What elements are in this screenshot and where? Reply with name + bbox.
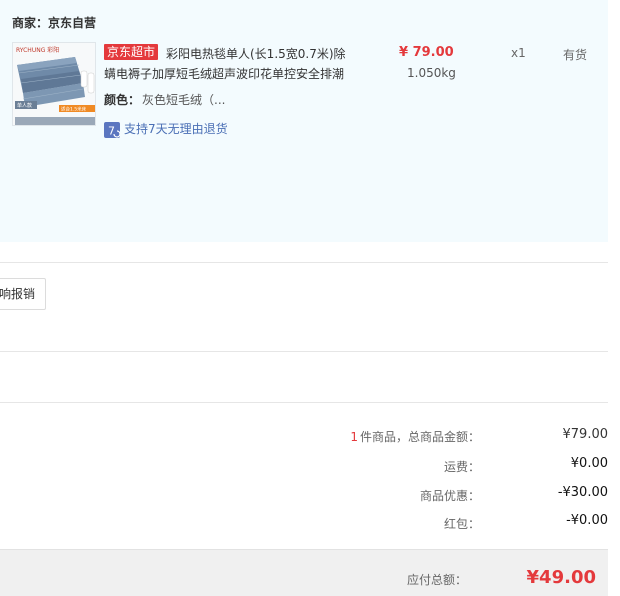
total-bar: 应付总额： ¥49.00 — [0, 549, 608, 596]
thumb-brand-text: RYCHUNG 彩阳 — [16, 46, 59, 54]
redpacket-label: 红包： — [443, 517, 480, 531]
color-value: 灰色短毛绒（... — [142, 93, 226, 107]
goods-total-label: 1 件商品，总商品金额： — [350, 428, 480, 445]
merchant-row: 商家：京东自营 — [12, 14, 96, 31]
item-count: 1 — [350, 430, 358, 444]
product-color-row: 颜色： 灰色短毛绒（... — [104, 91, 225, 108]
order-item-panel: 商家：京东自营 RYCHUNG 彩阳 单人款 适合1.5米床 京东超市 彩阳电热… — [0, 0, 608, 242]
item-weight: 1.050kg — [407, 66, 456, 80]
thumb-badge-text: 适合1.5米床 — [61, 106, 87, 113]
item-quantity: x1 — [511, 46, 526, 60]
merchant-label: 商家： — [12, 16, 49, 30]
return-policy-text: 支持7天无理由退货 — [124, 122, 228, 136]
divider — [0, 262, 608, 263]
product-title-link[interactable]: 彩阳电热毯单人(长1.5宽0.7米)除螨电褥子加厚短毛绒超声波印花单控安全排潮 — [104, 44, 350, 84]
goods-total-value: ¥79.00 — [562, 427, 609, 442]
shipping-value: ¥0.00 — [570, 456, 608, 471]
thumb-note-text: 单人款 — [17, 102, 32, 109]
divider — [0, 402, 608, 403]
shipping-label: 运费： — [443, 460, 480, 474]
goods-total-text: 件商品，总商品金额： — [359, 430, 480, 444]
product-thumbnail[interactable]: RYCHUNG 彩阳 单人款 适合1.5米床 — [12, 42, 96, 126]
divider — [0, 351, 608, 352]
electric-blanket-image: RYCHUNG 彩阳 单人款 适合1.5米床 — [13, 43, 95, 125]
discount-value: -¥30.00 — [557, 485, 608, 500]
item-stock-status: 有货 — [563, 48, 588, 62]
item-price: ¥ 79.00 — [399, 45, 454, 60]
discount-label: 商品优惠： — [419, 489, 480, 503]
total-label: 应付总额： — [406, 573, 467, 587]
color-label: 颜色： — [104, 93, 141, 107]
return-policy-link[interactable]: 7 支持7天无理由退货 — [104, 120, 228, 138]
redpacket-value: -¥0.00 — [566, 513, 608, 528]
total-amount: ¥49.00 — [526, 567, 596, 588]
reimburse-button[interactable]: 响报销 — [0, 278, 46, 310]
return-7day-icon: 7 — [104, 121, 121, 138]
merchant-name: 京东自营 — [48, 16, 97, 30]
